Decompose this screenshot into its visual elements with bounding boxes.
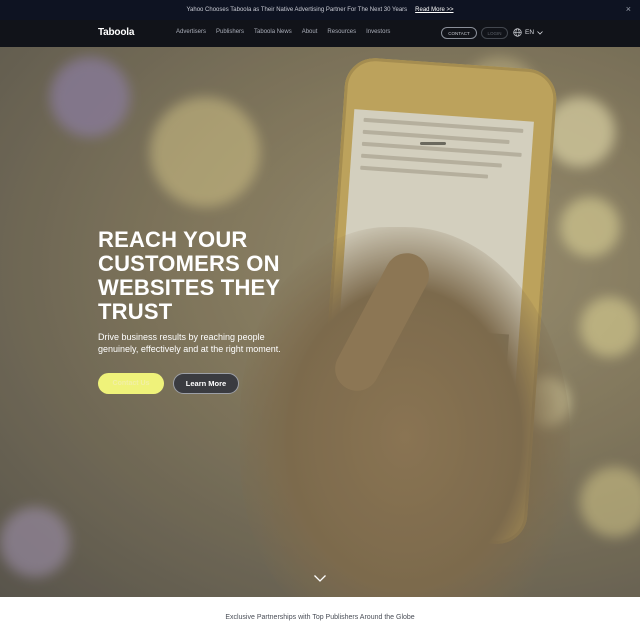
partnerships-heading: Exclusive Partnerships with Top Publishe… bbox=[225, 614, 415, 621]
taboola-logo[interactable]: Taboola bbox=[98, 27, 134, 38]
learn-more-button[interactable]: Learn More bbox=[173, 373, 239, 394]
announcement-text: Yahoo Chooses Taboola as Their Native Ad… bbox=[186, 7, 408, 13]
nav-item-publishers[interactable]: Publishers bbox=[216, 29, 244, 35]
top-nav: Taboola Advertisers Publishers Taboola N… bbox=[0, 20, 640, 47]
hero-headline: REACH YOUR CUSTOMERS ON WEBSITES THEY TR… bbox=[98, 227, 280, 324]
chevron-down-icon[interactable] bbox=[313, 574, 327, 583]
contact-us-button[interactable]: Contact Us bbox=[98, 373, 164, 394]
contact-button[interactable]: CONTACT bbox=[441, 27, 477, 39]
hero-overlay bbox=[0, 47, 640, 597]
chevron-down-icon bbox=[537, 30, 543, 35]
close-icon[interactable]: × bbox=[626, 5, 631, 14]
language-selector[interactable]: EN bbox=[513, 28, 543, 37]
nav-item-resources[interactable]: Resources bbox=[327, 29, 356, 35]
nav-item-about[interactable]: About bbox=[302, 29, 318, 35]
hero-subtext: Drive business results by reaching peopl… bbox=[98, 332, 281, 354]
main-menu: Advertisers Publishers Taboola News Abou… bbox=[176, 29, 390, 35]
language-label: EN bbox=[525, 29, 535, 36]
announcement-bar: Yahoo Chooses Taboola as Their Native Ad… bbox=[0, 0, 640, 20]
nav-item-investors[interactable]: Investors bbox=[366, 29, 390, 35]
login-button[interactable]: LOGIN bbox=[481, 27, 508, 39]
nav-item-taboola-news[interactable]: Taboola News bbox=[254, 29, 292, 35]
read-more-link[interactable]: Read More >> bbox=[415, 7, 453, 13]
globe-icon bbox=[513, 28, 522, 37]
nav-item-advertisers[interactable]: Advertisers bbox=[176, 29, 206, 35]
hero-section: REACH YOUR CUSTOMERS ON WEBSITES THEY TR… bbox=[0, 47, 640, 597]
